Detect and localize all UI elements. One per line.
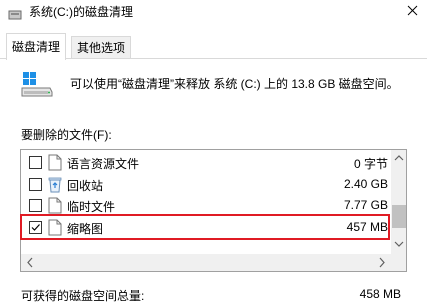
files-to-delete-label: 要删除的文件(F):	[21, 128, 112, 142]
file-size: 0 字节	[353, 157, 388, 171]
file-size: 2.40 GB	[343, 177, 388, 191]
vertical-scrollbar[interactable]	[391, 150, 407, 254]
checkbox[interactable]	[29, 221, 42, 234]
space-description: 可以使用“磁盘清理”来释放 系统 (C:) 上的 13.8 GB 磁盘空间。	[70, 77, 399, 91]
scroll-right-arrow-icon[interactable]	[375, 254, 389, 271]
vertical-scroll-thumb[interactable]	[392, 205, 406, 228]
list-item[interactable]: 缩略图 457 MB	[21, 217, 391, 238]
total-space-value: 458 MB	[359, 287, 401, 301]
checkbox[interactable]	[29, 156, 42, 169]
scroll-left-arrow-icon[interactable]	[23, 254, 37, 271]
recycle-bin-icon	[48, 177, 62, 193]
disk-cleanup-app-icon	[8, 10, 22, 20]
scroll-up-arrow-icon[interactable]	[391, 152, 407, 164]
file-name: 回收站	[67, 179, 104, 193]
close-icon[interactable]	[399, 0, 427, 22]
scrollbar-corner	[391, 254, 406, 271]
window-title: 系统(C:)的磁盘清理	[29, 5, 133, 19]
file-size: 7.77 GB	[343, 198, 388, 212]
tab-disk-cleanup[interactable]: 磁盘清理	[6, 33, 67, 60]
file-name: 缩略图	[67, 222, 104, 236]
file-icon	[48, 197, 62, 214]
horizontal-scrollbar[interactable]	[21, 254, 391, 271]
title-bar: 系统(C:)的磁盘清理	[0, 0, 427, 30]
checkbox[interactable]	[29, 199, 42, 212]
list-item[interactable]: 回收站 2.40 GB	[21, 174, 391, 195]
scroll-down-arrow-icon[interactable]	[391, 238, 407, 250]
tab-strip: 磁盘清理 其他选项	[0, 33, 427, 60]
list-item[interactable]: 语言资源文件 0 字节	[21, 152, 391, 173]
drive-icon	[21, 72, 53, 97]
checkmark-icon	[31, 224, 40, 231]
file-name: 临时文件	[67, 200, 116, 214]
file-size: 457 MB	[346, 220, 388, 234]
file-list[interactable]: 语言资源文件 0 字节 回收站 2.40 GB 临时文件 7.77 GB 缩略图…	[20, 149, 407, 272]
tab-more-options[interactable]: 其他选项	[71, 36, 132, 59]
list-item[interactable]: 临时文件 7.77 GB	[21, 195, 391, 216]
file-name: 语言资源文件	[67, 157, 140, 171]
file-icon	[48, 219, 62, 236]
total-space-label: 可获得的磁盘空间总量:	[21, 289, 145, 303]
file-icon	[48, 154, 62, 171]
checkbox[interactable]	[29, 178, 42, 191]
